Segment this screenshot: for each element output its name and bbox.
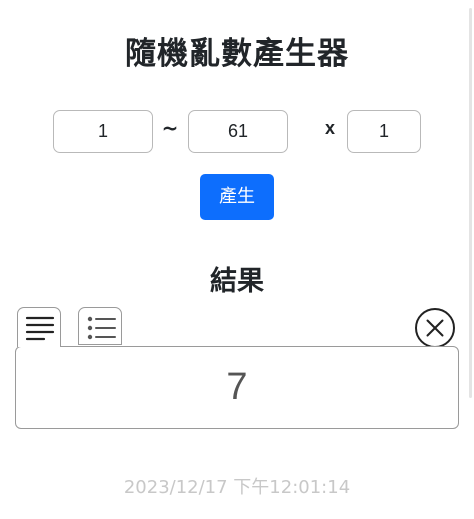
result-value: 7 <box>226 366 248 408</box>
bullet-list-icon <box>87 316 116 340</box>
circle-x-icon <box>415 308 455 348</box>
page-title: 隨機亂數產生器 <box>125 36 349 72</box>
result-timestamp: 2023/12/17 下午12:01:14 <box>123 477 351 498</box>
max-number-input[interactable]: 61 <box>188 110 288 153</box>
times-label: x <box>324 118 335 138</box>
tab-text-view[interactable] <box>17 307 61 347</box>
tab-list-view[interactable] <box>78 307 122 345</box>
min-number-input[interactable]: 1 <box>53 110 153 153</box>
clear-results-button[interactable] <box>414 307 456 349</box>
range-separator: ~ <box>161 116 179 140</box>
count-input[interactable]: 1 <box>347 110 421 153</box>
result-heading: 結果 <box>210 266 264 297</box>
generate-button[interactable]: 產生 <box>200 174 274 220</box>
text-lines-icon <box>25 316 55 341</box>
result-panel: 7 <box>15 346 459 429</box>
page-scrollbar[interactable] <box>469 8 472 398</box>
